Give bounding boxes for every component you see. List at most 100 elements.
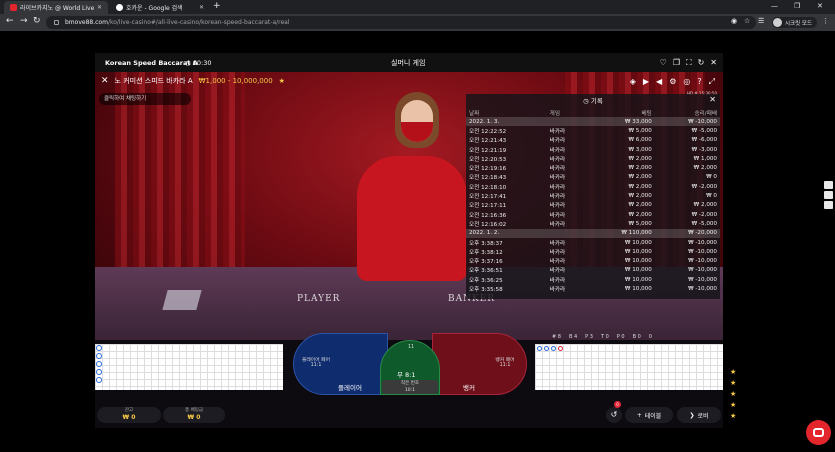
history-cell-game: 바카라 [549,212,566,219]
profile-label: 시크릿 모드 [785,20,813,27]
video-icon[interactable]: ▶ [643,77,649,87]
history-cell-date: 오후 3:36:25 [469,277,503,284]
history-cell-date: 오전 12:21:43 [469,138,507,145]
star-icon[interactable]: ★ [730,412,736,420]
column-header: 날짜 [469,110,480,117]
url-path: /ko/live-casino#/all-live-casino/korean-… [107,19,290,26]
close-icon[interactable]: ✕ [709,95,716,104]
sound-icon[interactable]: ◀ [656,77,662,87]
history-cell-date: 오전 12:17:41 [469,194,507,201]
minimize-icon[interactable]: — [771,2,778,10]
history-row: 오전 12:21:19 바카라 ₩ 3,000 ₩ -3,000 [466,145,720,154]
history-row: 오전 12:18:43 바카라 ₩ 2,000 ₩ 0 [466,173,720,182]
history-row: 오후 3:36:25 바카라 ₩ 10,000 ₩ -10,000 [466,275,720,284]
browser-tab-bar: 라이브카지노 @ World Live | B ✕ 호카운 - Google 검… [0,0,835,14]
history-cell-game: 바카라 [549,277,566,284]
player-bet-spot[interactable]: 플레이어 페어 11:1 플레이어 [293,333,388,395]
star-icon[interactable]: ★ [730,401,736,409]
undo-button[interactable]: ↺ [606,407,622,423]
history-cell-result: ₩ -20,000 [654,228,720,238]
address-bar: ← → ↻ bmove88.com /ko/live-casino#/all-l… [0,14,835,31]
history-row: 오후 3:37:16 바카라 ₩ 10,000 ₩ -10,000 [466,256,720,265]
history-cell-date: 오전 12:19:16 [469,166,507,173]
history-cell-result: ₩ 2,000 [693,202,717,209]
history-cell-game: 바카라 [549,128,566,135]
history-cell-bet: ₩ 2,000 [628,202,652,209]
side-widget-button[interactable] [824,201,833,209]
history-cell-date: 오전 12:17:11 [469,203,507,210]
incognito-eye-icon[interactable]: ◉ [731,17,737,25]
star-icon[interactable]: ★ [730,390,736,398]
history-cell-result: ₩ -10,000 [688,248,717,255]
stat-other: 0 [648,334,652,340]
banker-label: 뱅커 [463,384,475,392]
player-pair-label: 플레이어 페어 11:1 [301,358,330,368]
banker-bet-spot[interactable]: 뱅커 페어 11:1 뱅커 [432,333,527,395]
history-cell-game: 바카라 [549,184,566,191]
history-cell-bet: ₩ 5,000 [628,220,652,227]
heart-icon[interactable]: ♡ [660,58,667,68]
stat-player-pair: P 0 [616,334,625,340]
extensions-icon[interactable]: ☰ [758,17,764,25]
fullscreen-icon[interactable]: ⛶ [686,58,692,68]
history-cell-result: ₩ -10,000 [654,117,720,127]
history-cell-bet: ₩ 33,000 [586,117,655,127]
stat-tie: T 0 [600,334,609,340]
close-tab-icon[interactable]: ✕ [97,4,102,11]
star-icon[interactable]: ★ [730,368,736,376]
road-dot [96,353,102,359]
settings-icon[interactable]: ⚙ [669,77,676,87]
history-cell-game [546,117,587,127]
history-cell-date: 오전 12:16:36 [469,212,507,219]
history-icon[interactable]: ◎ [683,77,690,87]
close-icon[interactable]: ✕ [710,58,717,68]
favorite-icon[interactable]: ★ [279,77,285,85]
history-rows: 2022. 1. 3. ₩ 33,000 ₩ -10,000 오전 12:22:52 바… [466,117,720,294]
restore-icon[interactable]: ❐ [794,2,800,10]
close-tab-icon[interactable]: ✕ [199,4,204,11]
reload-icon[interactable]: ↻ [33,16,41,26]
tab-live-casino[interactable]: 라이브카지노 @ World Live | B ✕ [4,1,108,14]
history-cell-bet: ₩ 6,000 [628,137,652,144]
big-road[interactable] [535,344,723,390]
bookmark-star-icon[interactable]: ☆ [744,17,750,25]
balance-display: 잔고 ₩ 0 [97,407,161,423]
tab-google-search[interactable]: 호카운 - Google 검색 ✕ [110,1,210,14]
road-dot [96,345,102,351]
close-icon[interactable]: ✕ [101,76,109,86]
video-controls: ◈ ▶ ◀ ⚙ ◎ ? ⤢ [630,77,715,87]
back-icon[interactable]: ← [6,16,14,26]
table-button[interactable]: + 테이블 [625,407,673,423]
profile-button[interactable]: 시크릿 모드 [772,17,818,28]
live-chat-button[interactable] [806,420,831,445]
player-label: 플레이어 [338,384,362,392]
lobby-button[interactable]: ❯ 로비 [677,407,721,423]
table-title: ✕ 노 커미션 스피드 바카라 A ₩1,000 - 10,000,000 ★ [101,76,285,86]
side-widget-button[interactable] [824,191,833,199]
chips-icon[interactable]: ◈ [630,77,636,87]
help-icon[interactable]: ? [697,77,701,87]
lobby-arrow-icon: ❯ [689,411,695,419]
stat-total: # 8 [552,334,561,340]
close-window-icon[interactable]: ✕ [817,2,823,10]
bead-road[interactable] [95,344,283,390]
expand-icon[interactable]: ⤢ [709,77,715,87]
history-row: 오전 12:17:11 바카라 ₩ 2,000 ₩ 2,000 [466,201,720,210]
column-header: 베팅 [641,110,652,117]
history-cell-bet: ₩ 2,000 [628,193,652,200]
forward-icon[interactable]: → [20,16,28,26]
new-tab-icon[interactable]: + [213,1,221,11]
history-cell-date: 2022. 1. 3. [466,117,547,127]
menu-dots-icon[interactable]: ⋮ [822,17,829,25]
window-icon[interactable]: ❐ [673,58,680,68]
url-input[interactable]: bmove88.com /ko/live-casino#/all-live-ca… [46,16,756,29]
stat-banker-pair: B 0 [632,334,641,340]
history-cell-game: 바카라 [549,166,566,173]
chat-input[interactable]: 클릭하여 채팅하기 [99,93,191,105]
refresh-icon[interactable]: ↻ [698,58,705,68]
star-icon[interactable]: ★ [730,379,736,387]
history-row: 오후 3:36:51 바카라 ₩ 10,000 ₩ -10,000 [466,266,720,275]
side-widget-button[interactable] [824,181,833,189]
side-bet-spot[interactable]: 작은 번호 10:1 [382,380,438,394]
history-cell-result: ₩ -5,000 [691,127,717,134]
